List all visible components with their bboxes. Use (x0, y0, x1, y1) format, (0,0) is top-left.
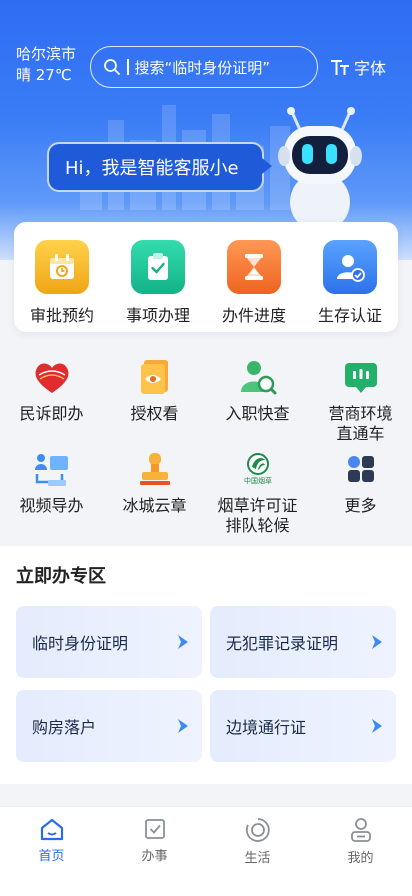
quick-action-label: 办件进度 (221, 306, 286, 325)
search-input[interactable]: 搜索“临时身份证明” (90, 46, 318, 88)
tab-life[interactable]: 生活 (206, 807, 309, 896)
service-label: 民诉即办 (19, 404, 84, 423)
service-authorize-view[interactable]: 授权看 (103, 354, 206, 446)
profile-icon (350, 818, 371, 842)
zone-item-border-pass[interactable]: 边境通行证 (210, 690, 396, 762)
service-label: 冰城云章 (122, 496, 187, 515)
more-grid-icon (338, 446, 384, 492)
hourglass-icon (227, 240, 281, 294)
instant-handle-zone: 立即办专区 临时身份证明 无犯罪记录证明 购房落户 边境通行证 (0, 546, 412, 784)
quick-action-label: 事项办理 (125, 306, 190, 325)
chevron-right-icon (178, 635, 188, 649)
eye-document-icon (132, 354, 178, 400)
service-label: 视频导办 (19, 496, 84, 515)
tab-label: 我的 (347, 851, 374, 866)
checkbox-icon (144, 819, 165, 839)
service-label: 更多 (344, 496, 377, 515)
quick-action-handle-matters[interactable]: 事项办理 (113, 240, 203, 332)
zone-item-no-criminal-record[interactable]: 无犯罪记录证明 (210, 606, 396, 678)
robot-assistant-icon[interactable] (270, 104, 370, 234)
service-business-express[interactable]: 营商环境 直通车 (309, 354, 412, 446)
person-search-icon (235, 354, 281, 400)
zone-title: 立即办专区 (16, 566, 106, 587)
services-grid: 民诉即办 授权看 入职快查 营商环境 直通车 视频导办 冰城云章 中国烟草 烟草… (0, 354, 412, 538)
tab-label: 首页 (38, 849, 65, 864)
city-name: 哈尔滨市 (16, 45, 77, 63)
service-label: 授权看 (130, 404, 179, 423)
assistant-greeting-bubble[interactable]: Hi，我是智能客服小e (47, 142, 272, 192)
tab-mine[interactable]: 我的 (309, 807, 412, 896)
service-label: 烟草许可证 排队轮候 (217, 496, 298, 535)
service-cloud-seal[interactable]: 冰城云章 (103, 446, 206, 538)
service-onboarding-check[interactable]: 入职快查 (206, 354, 309, 446)
svg-text:中国烟草: 中国烟草 (244, 476, 272, 485)
search-placeholder: 搜索“临时身份证明” (134, 58, 271, 77)
bottom-tab-bar: 首页 办事 生活 我的 (0, 806, 412, 896)
chevron-right-icon (372, 719, 382, 733)
home-icon (40, 818, 63, 841)
tab-services[interactable]: 办事 (103, 807, 206, 896)
font-size-button[interactable]: 字体 (330, 55, 386, 79)
quick-action-label: 审批预约 (29, 306, 94, 325)
zone-item-label: 无犯罪记录证明 (226, 634, 339, 653)
service-video-guide[interactable]: 视频导办 (0, 446, 103, 538)
tab-home[interactable]: 首页 (0, 807, 103, 896)
chevron-right-icon (178, 719, 188, 733)
zone-item-label: 临时身份证明 (32, 634, 129, 653)
zone-item-house-registration[interactable]: 购房落户 (16, 690, 202, 762)
service-label: 营商环境 直通车 (328, 404, 393, 443)
assistant-greeting-text: Hi，我是智能客服小e (65, 158, 239, 179)
seal-stamp-icon (132, 446, 178, 492)
quick-action-progress[interactable]: 办件进度 (209, 240, 299, 332)
chevron-right-icon (372, 635, 382, 649)
weather-text: 晴 27℃ (16, 66, 72, 84)
quick-actions-card: 审批预约 事项办理 办件进度 生存认证 (14, 222, 398, 332)
calendar-icon (35, 240, 89, 294)
video-guide-icon (29, 446, 75, 492)
service-tobacco-license-queue[interactable]: 中国烟草 烟草许可证 排队轮候 (206, 446, 309, 538)
quick-action-label: 生存认证 (317, 306, 382, 325)
service-label: 入职快查 (225, 404, 290, 423)
chat-bubble-icon (338, 354, 384, 400)
tab-label: 生活 (244, 851, 271, 866)
tab-label: 办事 (141, 849, 168, 864)
font-size-icon (331, 60, 349, 75)
service-public-appeal[interactable]: 民诉即办 (0, 354, 103, 446)
zone-item-label: 边境通行证 (226, 718, 307, 737)
clipboard-check-icon (131, 240, 185, 294)
zone-item-temporary-id-proof[interactable]: 临时身份证明 (16, 606, 202, 678)
china-tobacco-logo-icon: 中国烟草 (235, 446, 281, 492)
search-icon (104, 59, 120, 75)
zone-item-label: 购房落户 (32, 718, 97, 737)
12345-hotline-icon (29, 354, 75, 400)
service-more[interactable]: 更多 (309, 446, 412, 538)
life-ring-icon (245, 818, 270, 842)
user-verified-icon (323, 240, 377, 294)
quick-action-survival-auth[interactable]: 生存认证 (305, 240, 395, 332)
quick-action-approval-appointment[interactable]: 审批预约 (17, 240, 107, 332)
text-cursor (127, 59, 129, 75)
location-weather[interactable]: 哈尔滨市 晴 27℃ (16, 44, 76, 86)
font-size-label: 字体 (354, 59, 387, 78)
